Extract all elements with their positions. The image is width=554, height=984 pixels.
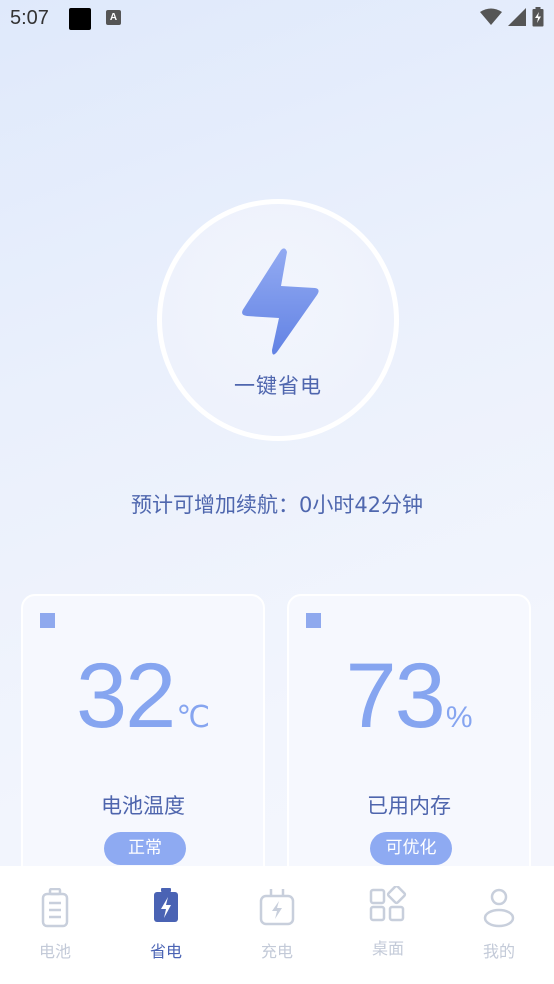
tab-power-save[interactable]: 省电: [111, 866, 221, 984]
tab-desktop-label: 桌面: [371, 939, 404, 958]
memory-optimize-badge[interactable]: 可优化: [370, 832, 452, 865]
temperature-status-badge: 正常: [104, 832, 186, 865]
system-icons: [480, 7, 544, 27]
memory-number: 73: [345, 645, 445, 747]
memory-usage-title: 已用内存: [367, 794, 451, 818]
battery-charging-icon: [532, 7, 544, 27]
tab-charging[interactable]: 充电: [222, 866, 332, 984]
battery-life-estimate: 预计可增加续航：0小时42分钟: [130, 493, 424, 517]
card-marker-icon: [306, 613, 321, 628]
one-key-power-save-button[interactable]: 一键省电: [157, 199, 399, 441]
wifi-icon: [480, 8, 502, 25]
status-time: 5:07: [10, 7, 49, 29]
status-bar: 5:07 A: [0, 0, 554, 36]
accessibility-a-icon: A: [106, 10, 121, 25]
notification-square-icon: [69, 8, 91, 30]
memory-unit: %: [445, 701, 473, 734]
tab-mine-label: 我的: [482, 942, 515, 961]
battery-bolt-icon: [154, 888, 178, 922]
temperature-number: 32: [75, 645, 176, 747]
tab-desktop[interactable]: 桌面: [333, 866, 443, 984]
lightning-bolt-icon: [242, 248, 319, 355]
memory-usage-value: 73%: [289, 644, 529, 749]
card-marker-icon: [40, 613, 55, 628]
cell-signal-icon: [508, 8, 526, 26]
tab-mine[interactable]: 我的: [444, 866, 554, 984]
user-icon: [483, 888, 515, 928]
battery-temperature-title: 电池温度: [101, 794, 185, 818]
apps-grid-icon: [369, 886, 407, 922]
tab-charging-label: 充电: [260, 942, 293, 961]
tab-power-save-label: 省电: [149, 942, 182, 961]
memory-usage-card: 73% 已用内存 可优化: [287, 594, 531, 884]
charger-icon: [259, 889, 295, 926]
tab-battery-label: 电池: [38, 942, 71, 961]
battery-temperature-value: 32℃: [23, 644, 263, 749]
battery-temperature-card: 32℃ 电池温度 正常: [21, 594, 265, 884]
tab-battery[interactable]: 电池: [0, 866, 110, 984]
temperature-unit: ℃: [176, 701, 211, 734]
battery-icon: [41, 888, 69, 928]
one-key-power-save-label: 一键省电: [234, 374, 322, 398]
bottom-tab-bar: 电池 省电 充电 桌面 我的: [0, 866, 554, 984]
